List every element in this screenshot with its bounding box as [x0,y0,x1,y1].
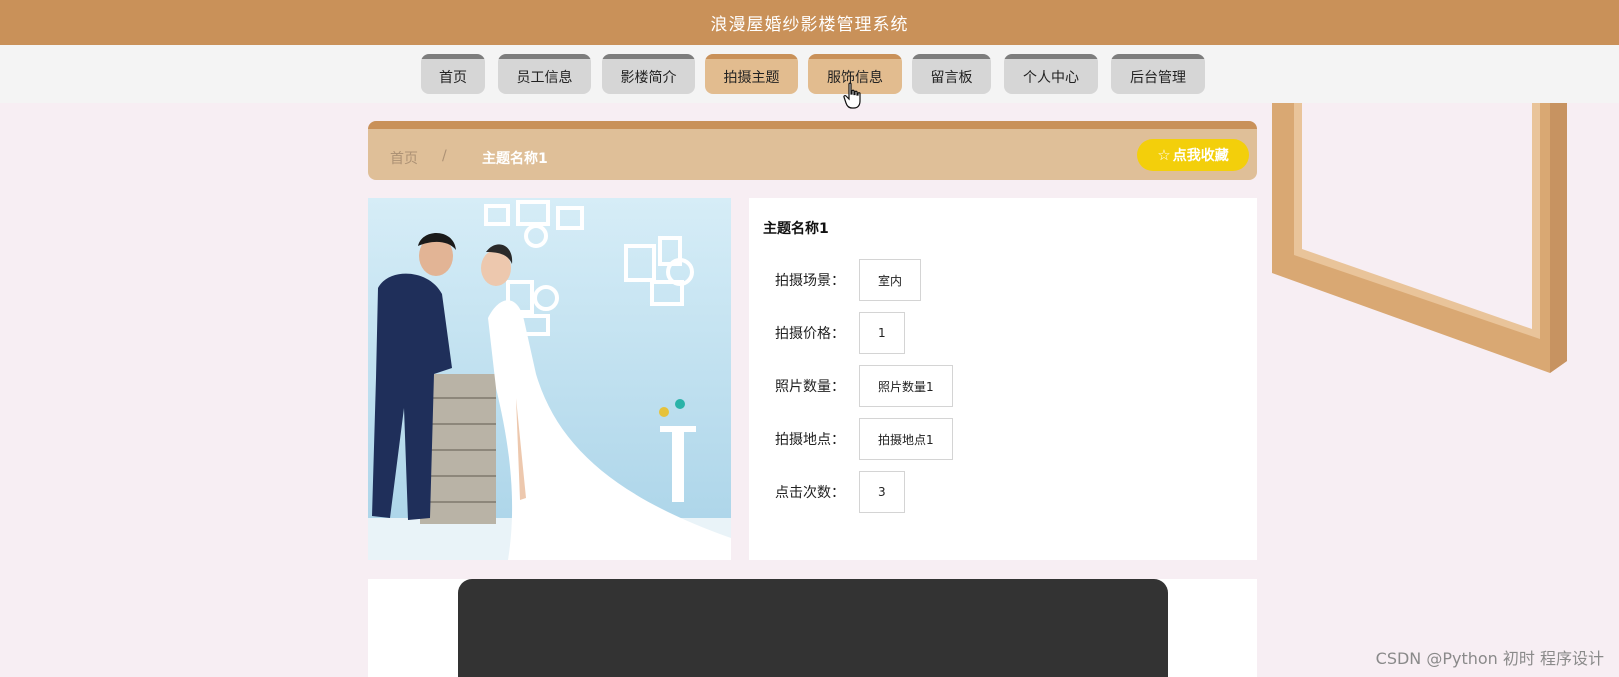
field-shoot-scene: 拍摄场景： 室内 [775,259,922,301]
favorite-button-label: 点我收藏 [1172,148,1229,164]
field-label: 拍摄地点： [775,432,845,448]
nav-item-admin[interactable]: 后台管理 [1111,54,1205,94]
breadcrumb-bar: 首页 / 主题名称1 ☆ 点我收藏 [368,121,1257,180]
nav-item-message-board[interactable]: 留言板 [912,54,991,94]
favorite-button[interactable]: ☆ 点我收藏 [1137,139,1249,171]
breadcrumb-current: 主题名称1 [482,151,548,167]
field-shoot-location: 拍摄地点： 拍摄地点1 [775,418,953,460]
star-outline-icon: ☆ [1157,146,1171,164]
field-value: 1 [859,312,905,354]
field-value: 拍摄地点1 [859,418,953,460]
page: 浪漫屋婚纱影楼管理系统 首页 员工信息 影楼简介 拍摄主题 服饰信息 留言板 个… [0,0,1619,677]
field-photo-count: 照片数量： 照片数量1 [775,365,953,407]
hand-cursor-icon [843,82,861,109]
content-panel [368,579,1257,677]
nav-item-themes[interactable]: 拍摄主题 [705,54,798,94]
nav-item-studio-intro[interactable]: 影楼简介 [602,54,695,94]
video-player[interactable] [458,579,1168,677]
field-label: 点击次数： [775,485,845,501]
theme-name: 主题名称1 [763,221,829,237]
field-shoot-price: 拍摄价格： 1 [775,312,905,354]
field-label: 照片数量： [775,379,845,395]
field-value: 室内 [859,259,922,301]
breadcrumb-separator: / [442,148,447,164]
breadcrumb-home-link[interactable]: 首页 [390,148,418,168]
theme-photo [368,198,731,560]
field-value: 照片数量1 [859,365,953,407]
nav-item-personal-center[interactable]: 个人中心 [1004,54,1098,94]
field-label: 拍摄场景： [775,273,845,289]
nav-item-home[interactable]: 首页 [421,54,485,94]
field-label: 拍摄价格： [775,326,845,342]
theme-detail-panel: 主题名称1 拍摄场景： 室内 拍摄价格： 1 照片数量： 照片数量1 拍摄地点：… [749,198,1257,560]
watermark: CSDN @Python 初时 程序设计 [1375,649,1604,668]
frame-decoration [1272,103,1567,373]
field-value: 3 [859,471,905,513]
field-click-count: 点击次数： 3 [775,471,905,513]
site-title: 浪漫屋婚纱影楼管理系统 [710,15,909,35]
nav-bar: 首页 员工信息 影楼简介 拍摄主题 服饰信息 留言板 个人中心 后台管理 [0,45,1619,103]
site-header: 浪漫屋婚纱影楼管理系统 [0,0,1619,45]
nav-item-staff[interactable]: 员工信息 [498,54,591,94]
